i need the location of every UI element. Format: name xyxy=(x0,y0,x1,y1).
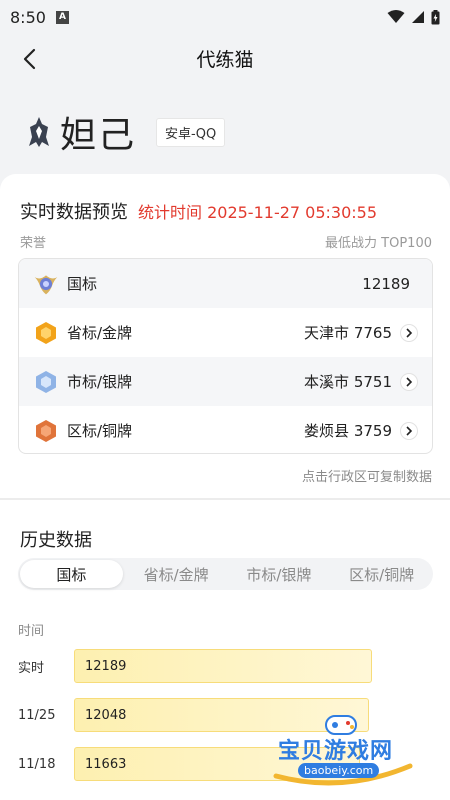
app-header: 代练猫 xyxy=(0,34,450,82)
honor-value-province[interactable]: 天津市 7765 xyxy=(304,322,392,343)
chevron-right-icon[interactable] xyxy=(400,372,418,391)
history-tabs: 国标 省标/金牌 市标/银牌 区标/铜牌 xyxy=(18,558,433,590)
history-value: 11663 xyxy=(85,756,127,772)
hero-name: 妲己 xyxy=(60,115,137,156)
chevron-right-icon[interactable] xyxy=(400,421,418,440)
signal-icon xyxy=(412,11,424,23)
honor-label-district: 区标/铜牌 xyxy=(67,422,133,440)
honor-label-province: 省标/金牌 xyxy=(67,324,133,342)
honor-row-national: 国标 12189 xyxy=(19,259,432,308)
battery-icon xyxy=(431,9,440,24)
history-value: 12048 xyxy=(85,707,127,723)
honor-label-national: 国标 xyxy=(67,275,98,293)
national-badge-icon xyxy=(33,271,59,297)
history-bar: 12189 xyxy=(74,649,372,683)
history-date: 11/25 xyxy=(18,707,56,723)
history-date: 11/18 xyxy=(18,756,56,772)
honor-value-city[interactable]: 本溪市 5751 xyxy=(304,371,392,392)
top100-label: 最低战力 TOP100 xyxy=(325,236,432,251)
honor-row-city[interactable]: 市标/银牌 本溪市 5751 xyxy=(19,357,432,406)
back-button[interactable] xyxy=(14,44,44,74)
copy-hint: 点击行政区可复制数据 xyxy=(301,470,432,485)
content-card: 实时数据预览 统计时间 2025-11-27 05:30:55 荣誉 最低战力 … xyxy=(0,174,450,800)
realtime-section-title: 实时数据预览 统计时间 2025-11-27 05:30:55 xyxy=(20,198,377,224)
tab-province-gold[interactable]: 省标/金牌 xyxy=(125,558,228,590)
honor-label: 荣誉 xyxy=(20,236,47,251)
status-time: 8:50 xyxy=(10,7,46,27)
gold-badge-icon xyxy=(33,320,59,346)
tab-city-silver[interactable]: 市标/银牌 xyxy=(228,558,331,590)
honor-row-province[interactable]: 省标/金牌 天津市 7765 xyxy=(19,308,432,357)
notification-icon: A xyxy=(55,10,69,24)
bronze-badge-icon xyxy=(33,418,59,444)
honor-list: 国标 12189 省标/金牌 天津市 7765 市标/银牌 本溪市 5751 区… xyxy=(18,258,433,454)
chevron-right-icon[interactable] xyxy=(400,323,418,342)
status-bar: 8:50 A xyxy=(0,0,450,34)
time-column-header: 时间 xyxy=(18,624,45,639)
watermark-text: 宝贝游戏网 xyxy=(278,739,394,764)
tab-national[interactable]: 国标 xyxy=(20,560,123,588)
honor-value-district[interactable]: 娄烦县 3759 xyxy=(304,420,392,441)
wifi-icon xyxy=(387,10,405,23)
honor-label-city: 市标/银牌 xyxy=(67,373,133,391)
honor-row-district[interactable]: 区标/铜牌 娄烦县 3759 xyxy=(19,406,432,453)
page-title: 代练猫 xyxy=(196,48,254,71)
history-row: 实时 12189 xyxy=(18,648,372,684)
realtime-sub-header: 荣誉 最低战力 TOP100 xyxy=(20,232,432,251)
realtime-title: 实时数据预览 xyxy=(20,202,128,223)
history-title: 历史数据 xyxy=(20,530,92,551)
mage-class-icon xyxy=(29,117,49,147)
honor-value-national: 12189 xyxy=(362,274,410,293)
silver-badge-icon xyxy=(33,369,59,395)
stat-time: 统计时间 2025-11-27 05:30:55 xyxy=(138,203,378,222)
section-divider xyxy=(0,498,450,500)
hero-info: 妲己 安卓-QQ xyxy=(0,92,450,172)
back-arrow-icon xyxy=(23,48,36,70)
platform-tag: 安卓-QQ xyxy=(156,117,226,147)
watermark-url: baobeiy.com xyxy=(298,763,380,778)
tab-district-bronze[interactable]: 区标/铜牌 xyxy=(330,558,433,590)
history-date: 实时 xyxy=(18,660,45,676)
history-value: 12189 xyxy=(85,658,127,674)
